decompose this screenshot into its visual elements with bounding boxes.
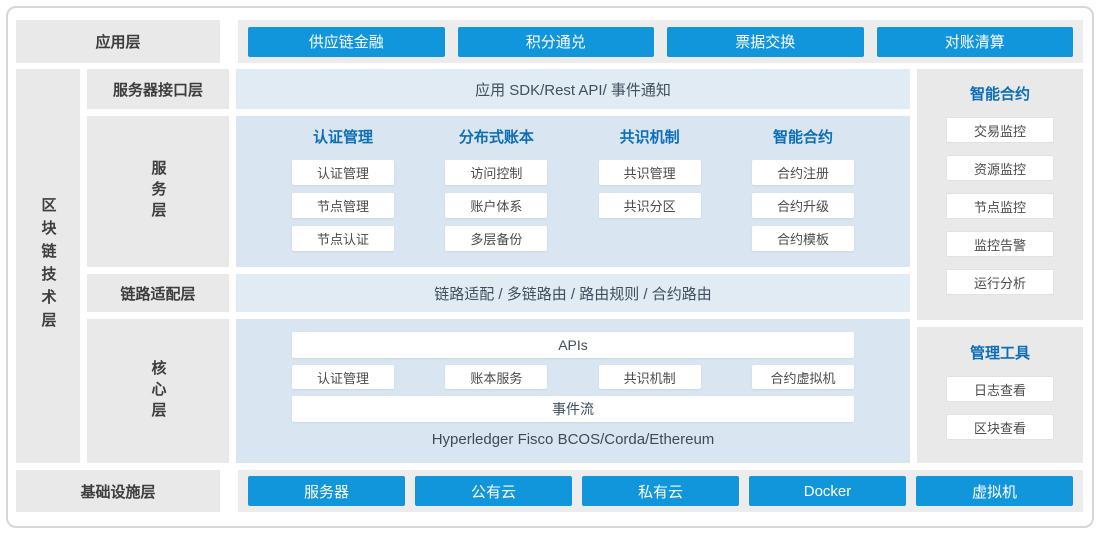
service-item: 合约注册 [752, 160, 854, 185]
service-column-items: 共识管理共识分区 [599, 160, 701, 218]
management-tools-panel: 管理工具 日志查看区块查看 [917, 327, 1083, 463]
service-column: 认证管理 认证管理节点管理节点认证 [292, 128, 394, 267]
service-item: 账户体系 [445, 193, 547, 218]
app-button[interactable]: 积分通兑 [458, 27, 655, 57]
service-item: 共识分区 [599, 193, 701, 218]
blockchain-tech-layer-label: 区块链技术层 [16, 69, 80, 463]
server-interface-layer-label: 服务器接口层 [87, 69, 229, 109]
service-item: 认证管理 [292, 160, 394, 185]
monitor-item: 节点监控 [946, 193, 1054, 219]
blockchain-tech-layer-text: 区块链技术层 [38, 197, 59, 335]
service-item: 合约升级 [752, 193, 854, 218]
sdk-api-bar: 应用 SDK/Rest API/ 事件通知 [236, 69, 910, 109]
management-tools-panel-items: 日志查看区块查看 [946, 376, 1054, 440]
blockchain-tech-band: 区块链技术层 服务器接口层 服务层 链路适配层 核心层 应用 SDK/Rest … [16, 69, 1083, 463]
platforms-caption: Hyperledger Fisco BCOS/Corda/Ethereum [292, 431, 854, 448]
app-layer-strip: 供应链金融积分通兑票据交换对账清算 [238, 20, 1083, 63]
service-column-items: 访问控制账户体系多层备份 [445, 160, 547, 251]
infra-button[interactable]: 虚拟机 [916, 476, 1073, 506]
service-column: 共识机制 共识管理共识分区 [599, 128, 701, 267]
service-item: 节点管理 [292, 193, 394, 218]
core-module: 合约虚拟机 [752, 365, 854, 389]
link-adapter-bar: 链路适配 / 多链路由 / 路由规则 / 合约路由 [236, 274, 910, 312]
infra-layer-strip: 服务器公有云私有云 Docker 虚拟机 [238, 470, 1083, 512]
core-module: 账本服务 [445, 365, 547, 389]
service-column-items: 认证管理节点管理节点认证 [292, 160, 394, 251]
service-column: 分布式账本 访问控制账户体系多层备份 [445, 128, 547, 267]
core-module: 共识机制 [599, 365, 701, 389]
smart-contract-panel-items: 交易监控资源监控节点监控监控告警运行分析 [946, 117, 1054, 295]
smart-contract-panel-header: 智能合约 [946, 85, 1054, 105]
app-button[interactable]: 对账清算 [877, 27, 1074, 57]
apis-bar: APIs [292, 332, 854, 358]
service-column-items: 合约注册合约升级合约模板 [752, 160, 854, 251]
service-item: 共识管理 [599, 160, 701, 185]
layer-label-column: 服务器接口层 服务层 链路适配层 核心层 [87, 69, 229, 463]
app-layer-row: 应用层 供应链金融积分通兑票据交换对账清算 [16, 20, 1083, 63]
infra-layer-row: 基础设施层 服务器公有云私有云 Docker 虚拟机 [16, 470, 1083, 512]
service-item: 多层备份 [445, 226, 547, 251]
service-item: 合约模板 [752, 226, 854, 251]
infra-button[interactable]: 公有云 [415, 476, 572, 506]
infra-layer-label: 基础设施层 [16, 470, 220, 512]
link-adapter-layer-label: 链路适配层 [87, 274, 229, 312]
app-button[interactable]: 票据交换 [667, 27, 864, 57]
app-button[interactable]: 供应链金融 [248, 27, 445, 57]
layer-content-column: 应用 SDK/Rest API/ 事件通知 认证管理 认证管理节点管理节点认证 … [236, 69, 910, 463]
service-column-header: 认证管理 [292, 128, 394, 148]
core-layer-panel: APIs 认证管理 账本服务 共识机制 合约虚拟机 事件流 Hyperledger F… [236, 319, 910, 463]
service-item: 节点认证 [292, 226, 394, 251]
monitor-item: 监控告警 [946, 231, 1054, 257]
service-layer-label: 服务层 [87, 116, 229, 267]
monitor-item: 资源监控 [946, 155, 1054, 181]
service-item: 访问控制 [445, 160, 547, 185]
core-layer-text: 核心层 [148, 360, 169, 423]
event-stream-bar: 事件流 [292, 396, 854, 422]
service-column-header: 共识机制 [599, 128, 701, 148]
service-column-header: 分布式账本 [445, 128, 547, 148]
service-column-header: 智能合约 [752, 128, 854, 148]
core-modules-row: 认证管理 账本服务 共识机制 合约虚拟机 [292, 365, 854, 389]
app-layer-label: 应用层 [16, 20, 220, 63]
monitor-item: 运行分析 [946, 269, 1054, 295]
infra-button[interactable]: 私有云 [582, 476, 739, 506]
tool-item: 日志查看 [946, 376, 1054, 402]
tool-item: 区块查看 [946, 414, 1054, 440]
infra-button[interactable]: 服务器 [248, 476, 405, 506]
core-module: 认证管理 [292, 365, 394, 389]
service-layer-panel: 认证管理 认证管理节点管理节点认证 分布式账本 访问控制账户体系多层备份 共识机… [236, 116, 910, 267]
core-layer-label: 核心层 [87, 319, 229, 463]
service-column: 智能合约 合约注册合约升级合约模板 [752, 128, 854, 267]
side-panels-column: 智能合约 交易监控资源监控节点监控监控告警运行分析 管理工具 日志查看区块查看 [917, 69, 1083, 463]
architecture-card: 应用层 供应链金融积分通兑票据交换对账清算 区块链技术层 服务器接口层 服务层 … [6, 6, 1094, 528]
infra-button[interactable]: Docker [749, 476, 906, 506]
service-layer-text: 服务层 [148, 160, 169, 223]
monitor-item: 交易监控 [946, 117, 1054, 143]
smart-contract-panel: 智能合约 交易监控资源监控节点监控监控告警运行分析 [917, 69, 1083, 320]
management-tools-panel-header: 管理工具 [946, 344, 1054, 364]
